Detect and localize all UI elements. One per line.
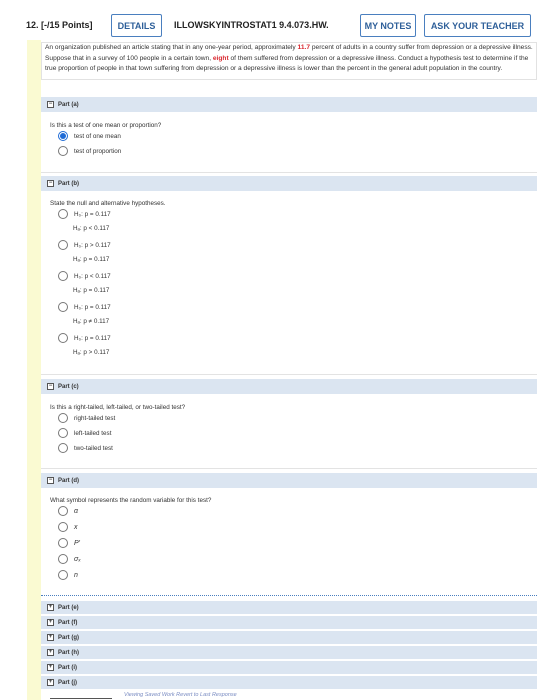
- collapse-icon[interactable]: −: [47, 180, 54, 187]
- problem-statement: An organization published an article sta…: [41, 42, 537, 80]
- footer-links[interactable]: Viewing Saved Work Revert to Last Respon…: [124, 692, 237, 698]
- expand-icon[interactable]: +: [47, 604, 54, 611]
- part-d-header[interactable]: − Part (d): [41, 473, 537, 488]
- alt-hypothesis: Hₐ: p < 0.117: [73, 225, 110, 232]
- radio-selected[interactable]: [58, 131, 68, 141]
- part-d-option-3[interactable]: P′: [58, 538, 80, 548]
- part-a-header[interactable]: − Part (a): [41, 97, 537, 112]
- question-header: 12. [-/15 Points] DETAILS ILLOWSKYINTROS…: [0, 0, 544, 40]
- radio[interactable]: [58, 240, 68, 250]
- my-notes-button[interactable]: MY NOTES: [360, 14, 416, 37]
- collapse-icon[interactable]: −: [47, 383, 54, 390]
- part-c-label: Part (c): [58, 383, 79, 390]
- null-hypothesis: H₀: p = 0.117: [74, 303, 111, 311]
- part-b-option-2[interactable]: H₀: p > 0.117: [58, 240, 111, 250]
- radio[interactable]: [58, 146, 68, 156]
- part-e-header[interactable]: + Part (e): [41, 601, 537, 614]
- divider: [41, 468, 537, 469]
- part-d-option-4[interactable]: σₓ: [58, 554, 81, 564]
- null-hypothesis: H₀: p > 0.117: [74, 241, 111, 249]
- radio[interactable]: [58, 538, 68, 548]
- collapse-icon[interactable]: −: [47, 477, 54, 484]
- radio[interactable]: [58, 428, 68, 438]
- radio[interactable]: [58, 271, 68, 281]
- radio[interactable]: [58, 413, 68, 423]
- expand-icon[interactable]: +: [47, 634, 54, 641]
- part-c-option-3[interactable]: two-tailed test: [58, 443, 113, 453]
- expand-icon[interactable]: +: [47, 619, 54, 626]
- collapse-icon[interactable]: −: [47, 101, 54, 108]
- radio[interactable]: [58, 554, 68, 564]
- alt-hypothesis: Hₐ: p = 0.117: [73, 256, 110, 263]
- part-h-header[interactable]: + Part (h): [41, 646, 537, 659]
- part-b-option-3[interactable]: H₀: p < 0.117: [58, 271, 111, 281]
- footer-divider: [50, 698, 112, 699]
- radio[interactable]: [58, 570, 68, 580]
- part-a-option-1[interactable]: test of one mean: [58, 131, 121, 141]
- null-hypothesis: H₀: p = 0.117: [74, 210, 111, 218]
- alt-hypothesis: Hₐ: p ≠ 0.117: [73, 318, 110, 325]
- dotted-divider: [41, 595, 537, 596]
- part-d-option-5[interactable]: n: [58, 570, 78, 580]
- part-b-label: Part (b): [58, 180, 79, 187]
- alt-hypothesis: Hₐ: p > 0.117: [73, 349, 110, 356]
- question-number: 12. [-/15 Points]: [26, 20, 93, 30]
- part-a-question: Is this a test of one mean or proportion…: [50, 122, 162, 129]
- radio[interactable]: [58, 302, 68, 312]
- radio[interactable]: [58, 522, 68, 532]
- part-c-option-2[interactable]: left-tailed test: [58, 428, 111, 438]
- radio[interactable]: [58, 506, 68, 516]
- part-b-question: State the null and alternative hypothese…: [50, 200, 166, 207]
- null-hypothesis: H₀: p < 0.117: [74, 272, 111, 280]
- part-d-option-1[interactable]: α: [58, 506, 78, 516]
- divider: [41, 172, 537, 173]
- expand-icon[interactable]: +: [47, 679, 54, 686]
- radio[interactable]: [58, 443, 68, 453]
- part-c-option-1[interactable]: right-tailed test: [58, 413, 115, 423]
- part-d-option-2[interactable]: x: [58, 522, 78, 532]
- expand-icon[interactable]: +: [47, 649, 54, 656]
- radio[interactable]: [58, 333, 68, 343]
- radio[interactable]: [58, 209, 68, 219]
- points-label: [-/15 Points]: [41, 20, 93, 30]
- part-b-option-5[interactable]: H₀: p = 0.117: [58, 333, 111, 343]
- expand-icon[interactable]: +: [47, 664, 54, 671]
- part-c-header[interactable]: − Part (c): [41, 379, 537, 394]
- part-a-option-2[interactable]: test of proportion: [58, 146, 121, 156]
- details-button[interactable]: DETAILS: [111, 14, 162, 37]
- question-left-bar: [27, 40, 41, 700]
- ask-teacher-button[interactable]: ASK YOUR TEACHER: [424, 14, 531, 37]
- part-d-question: What symbol represents the random variab…: [50, 497, 212, 504]
- alt-hypothesis: Hₐ: p = 0.117: [73, 287, 110, 294]
- part-b-header[interactable]: − Part (b): [41, 176, 537, 191]
- part-j-header[interactable]: + Part (j): [41, 676, 537, 689]
- part-a-label: Part (a): [58, 101, 79, 108]
- part-g-header[interactable]: + Part (g): [41, 631, 537, 644]
- part-c-question: Is this a right-tailed, left-tailed, or …: [50, 404, 186, 411]
- divider: [41, 374, 537, 375]
- part-b-option-1[interactable]: H₀: p = 0.117: [58, 209, 111, 219]
- null-hypothesis: H₀: p = 0.117: [74, 334, 111, 342]
- part-f-header[interactable]: + Part (f): [41, 616, 537, 629]
- part-d-label: Part (d): [58, 477, 79, 484]
- part-i-header[interactable]: + Part (i): [41, 661, 537, 674]
- percent-value: 11.7: [297, 44, 311, 51]
- count-value: eight: [212, 54, 229, 62]
- part-b-option-4[interactable]: H₀: p = 0.117: [58, 302, 111, 312]
- question-code: ILLOWSKYINTROSTAT1 9.4.073.HW.: [174, 20, 329, 30]
